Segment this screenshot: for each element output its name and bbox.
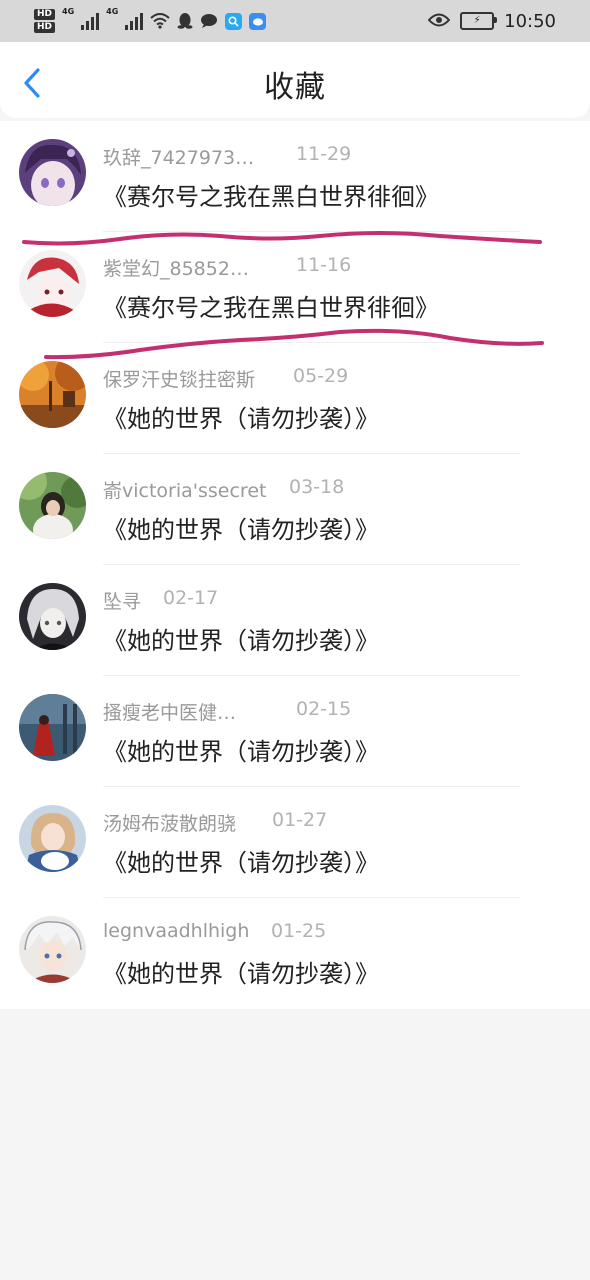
avatar[interactable] <box>19 805 86 872</box>
username[interactable]: 保罗汗史锬拄密斯 <box>103 365 293 392</box>
battery-icon: ⚡ <box>460 12 498 30</box>
book-title[interactable]: 《赛尔号之我在黑白世界徘徊》 <box>103 177 439 212</box>
book-title[interactable]: 《她的世界（请勿抄袭）》 <box>103 954 379 989</box>
book-title[interactable]: 《她的世界（请勿抄袭）》 <box>103 843 379 878</box>
hd-badge: HD <box>34 9 56 20</box>
item-meta: 紫堂幻_85852… 11-16 <box>103 254 351 281</box>
network-type-label: 4G <box>106 7 119 16</box>
username[interactable]: 汤姆布菠散朗骁 <box>103 809 272 836</box>
weibo-app-icon <box>249 12 267 30</box>
search-app-icon <box>225 12 243 30</box>
username[interactable]: 搔瘦老中医健… <box>103 698 296 725</box>
avatar[interactable] <box>19 694 86 761</box>
clock-time: 10:50 <box>504 10 556 32</box>
avatar[interactable] <box>19 139 86 206</box>
item-meta: 保罗汗史锬拄密斯 05-29 <box>103 365 348 392</box>
status-bar: HD HD 4G 4G ⚡ 10:50 <box>0 0 590 42</box>
avatar[interactable] <box>19 250 86 317</box>
username[interactable]: 嵛victoria'ssecret <box>103 476 289 503</box>
hd-badge: HD <box>34 22 56 33</box>
list-item[interactable]: legnvaadhlhigh 01-25 《她的世界（请勿抄袭）》 <box>0 898 590 1009</box>
item-date: 03-18 <box>289 476 345 498</box>
item-date: 01-27 <box>272 809 328 831</box>
item-date: 11-29 <box>296 143 352 165</box>
network-type-label: 4G <box>62 7 75 16</box>
item-meta: legnvaadhlhigh 01-25 <box>103 920 326 942</box>
item-meta: 汤姆布菠散朗骁 01-27 <box>103 809 327 836</box>
qq-icon <box>177 12 193 30</box>
signal-icon <box>81 12 100 30</box>
list-item[interactable]: 汤姆布菠散朗骁 01-27 《她的世界（请勿抄袭）》 <box>0 787 590 898</box>
hd-indicator: HD HD <box>34 9 56 33</box>
username[interactable]: 坠寻 <box>103 587 163 614</box>
avatar[interactable] <box>19 916 86 983</box>
book-title[interactable]: 《她的世界（请勿抄袭）》 <box>103 510 379 545</box>
page-title: 收藏 <box>264 70 326 105</box>
item-date: 02-15 <box>296 698 352 720</box>
book-title[interactable]: 《赛尔号之我在黑白世界徘徊》 <box>103 288 439 323</box>
item-meta: 玖辞_7427973… 11-29 <box>103 143 351 170</box>
status-icons-right: ⚡ 10:50 <box>427 8 556 34</box>
item-meta: 搔瘦老中医健… 02-15 <box>103 698 351 725</box>
item-date: 11-16 <box>296 254 352 276</box>
item-date: 02-17 <box>163 587 219 609</box>
book-title[interactable]: 《她的世界（请勿抄袭）》 <box>103 621 379 656</box>
list-item[interactable]: 保罗汗史锬拄密斯 05-29 《她的世界（请勿抄袭）》 <box>0 343 590 454</box>
avatar[interactable] <box>19 361 86 428</box>
avatar[interactable] <box>19 472 86 539</box>
signal-icon <box>125 12 144 30</box>
username[interactable]: legnvaadhlhigh <box>103 920 271 942</box>
chat-bubble-icon <box>200 13 218 29</box>
list-item[interactable]: 搔瘦老中医健… 02-15 《她的世界（请勿抄袭）》 <box>0 676 590 787</box>
status-icons-left: HD HD 4G 4G <box>34 6 267 36</box>
list-item[interactable]: 紫堂幻_85852… 11-16 《赛尔号之我在黑白世界徘徊》 <box>0 232 590 343</box>
item-meta: 嵛victoria'ssecret 03-18 <box>103 476 344 503</box>
favorites-list: 玖辞_7427973… 11-29 《赛尔号之我在黑白世界徘徊》 紫堂幻_858… <box>0 121 590 1009</box>
username[interactable]: 紫堂幻_85852… <box>103 254 296 281</box>
item-date: 05-29 <box>293 365 349 387</box>
item-meta: 坠寻 02-17 <box>103 587 218 614</box>
item-date: 01-25 <box>271 920 327 942</box>
username[interactable]: 玖辞_7427973… <box>103 143 296 170</box>
list-item[interactable]: 玖辞_7427973… 11-29 《赛尔号之我在黑白世界徘徊》 <box>0 121 590 232</box>
eye-icon <box>427 11 451 32</box>
book-title[interactable]: 《她的世界（请勿抄袭）》 <box>103 732 379 767</box>
list-item[interactable]: 嵛victoria'ssecret 03-18 《她的世界（请勿抄袭）》 <box>0 454 590 565</box>
book-title[interactable]: 《她的世界（请勿抄袭）》 <box>103 399 379 434</box>
wifi-icon <box>150 13 170 29</box>
avatar[interactable] <box>19 583 86 650</box>
list-item[interactable]: 坠寻 02-17 《她的世界（请勿抄袭）》 <box>0 565 590 676</box>
nav-header: 收藏 <box>0 42 590 118</box>
